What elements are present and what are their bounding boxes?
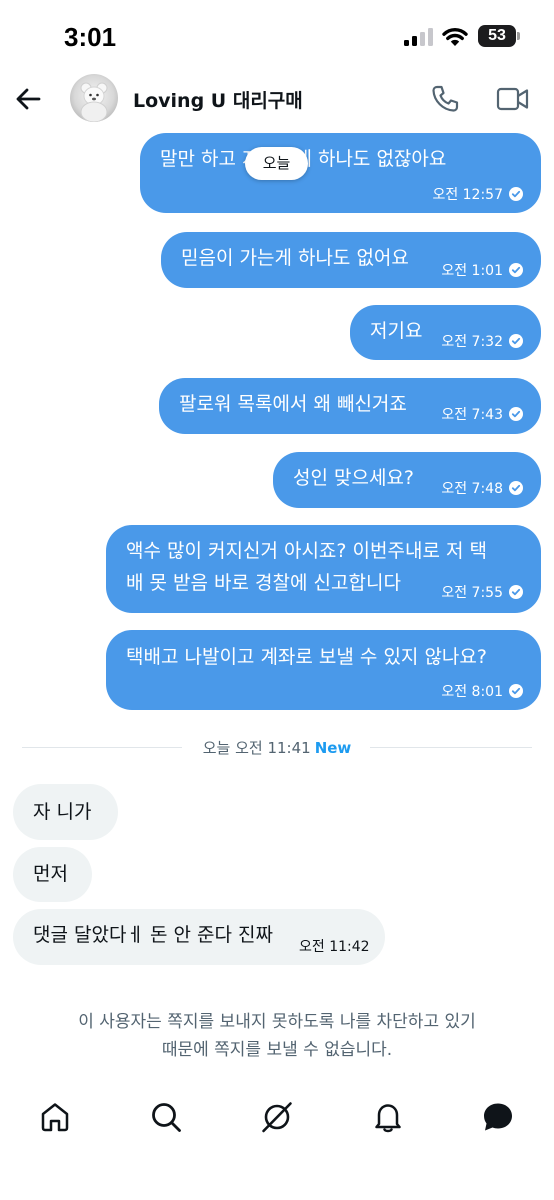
read-check-icon — [509, 263, 523, 277]
blocked-notice-line2: 때문에 쪽지를 보낼 수 없습니다. — [161, 1040, 393, 1060]
message-text: 댓글 달았다ㅔ 돈 안 준다 진짜 — [33, 924, 273, 946]
sent-message[interactable]: 성인 맞으세요? 오전 7:48 — [273, 452, 541, 508]
message-time: 오전 1:01 — [441, 263, 503, 279]
conversation-title[interactable]: Loving U 대리구매 — [133, 86, 303, 113]
sent-message[interactable]: 말만 하고 지키신게 하나도 없잖아요 오전 12:57 — [140, 133, 541, 213]
message-time: 오전 7:55 — [441, 585, 503, 601]
today-date-pill: 오늘 — [245, 147, 308, 180]
message-time: 오전 7:48 — [441, 481, 503, 497]
message-time: 오전 12:57 — [432, 187, 503, 203]
sent-message[interactable]: 믿음이 가는게 하나도 없어요 오전 1:01 — [161, 232, 541, 288]
read-check-icon — [509, 585, 523, 599]
battery-icon: 53 — [478, 25, 520, 47]
message-time: 오전 7:43 — [441, 407, 503, 423]
message-text: 택배고 나발이고 계좌로 보낼 수 있지 않나요? — [126, 646, 487, 668]
message-meta: 오전 7:55 — [441, 582, 523, 602]
cellular-signal-icon — [404, 28, 433, 46]
message-text: 저기요 — [370, 320, 423, 342]
sent-message[interactable]: 택배고 나발이고 계좌로 보낼 수 있지 않나요? 오전 8:01 — [106, 630, 541, 710]
message-meta: 오전 7:43 — [441, 404, 523, 424]
message-text: 성인 맞으세요? — [293, 467, 415, 489]
divider-line-right — [370, 747, 532, 748]
read-check-icon — [509, 407, 523, 421]
received-message[interactable]: 자 니가 — [13, 784, 118, 840]
message-text: 먼저 — [33, 863, 68, 885]
home-indicator — [0, 1178, 554, 1200]
message-text-line2: 배 못 받음 바로 경찰에 신고합니다 — [126, 572, 401, 594]
back-arrow-icon[interactable] — [14, 85, 42, 113]
sent-message[interactable]: 팔로워 목록에서 왜 빼신거죠 오전 7:43 — [159, 378, 541, 434]
read-check-icon — [509, 481, 523, 495]
message-text: 자 니가 — [33, 801, 92, 823]
notifications-icon[interactable] — [371, 1100, 405, 1134]
message-time: 오전 11:42 — [299, 939, 370, 955]
read-check-icon — [509, 334, 523, 348]
phone-icon[interactable] — [430, 84, 460, 114]
search-icon[interactable] — [149, 1100, 183, 1134]
status-bar: 3:01 53 — [0, 0, 554, 72]
teddy-bear-avatar-icon — [80, 82, 108, 122]
message-meta: 오전 7:32 — [441, 331, 523, 351]
battery-level: 53 — [488, 27, 506, 44]
blocked-notice: 이 사용자는 쪽지를 보내지 못하도록 나를 차단하고 있기 때문에 쪽지를 보… — [0, 1008, 554, 1064]
sent-message[interactable]: 액수 많이 커지신거 아시죠? 이번주내로 저 택 배 못 받음 바로 경찰에 … — [106, 525, 541, 613]
avatar[interactable] — [70, 74, 118, 122]
conversation-header: Loving U 대리구매 — [0, 72, 554, 126]
home-icon[interactable] — [38, 1100, 72, 1134]
message-meta: 오전 7:48 — [441, 478, 523, 498]
message-meta: 오전 1:01 — [441, 260, 523, 280]
video-camera-icon[interactable] — [496, 86, 530, 112]
wifi-icon — [442, 27, 468, 46]
bottom-navigation — [0, 1095, 554, 1141]
read-check-icon — [509, 684, 523, 698]
new-badge: New — [314, 739, 352, 757]
message-text-line1: 액수 많이 커지신거 아시죠? 이번주내로 저 택 — [126, 540, 487, 562]
received-message[interactable]: 먼저 — [13, 847, 92, 902]
message-time: 오전 7:32 — [441, 334, 503, 350]
read-check-icon — [509, 187, 523, 201]
blocked-notice-line1: 이 사용자는 쪽지를 보내지 못하도록 나를 차단하고 있기 — [78, 1012, 476, 1032]
grok-icon[interactable] — [260, 1100, 294, 1134]
status-time: 3:01 — [64, 22, 117, 52]
message-time: 오전 8:01 — [441, 684, 503, 700]
message-text: 팔로워 목록에서 왜 빼신거죠 — [179, 393, 407, 415]
messages-icon[interactable] — [481, 1100, 515, 1134]
message-meta: 오전 8:01 — [441, 681, 523, 701]
message-text: 믿음이 가는게 하나도 없어요 — [181, 247, 409, 269]
received-message[interactable]: 댓글 달았다ㅔ 돈 안 준다 진짜 오전 11:42 — [13, 909, 385, 965]
message-meta: 오전 12:57 — [432, 184, 523, 204]
divider-label: 오늘 오전 11:41 — [202, 739, 311, 757]
sent-message[interactable]: 저기요 오전 7:32 — [350, 305, 541, 360]
